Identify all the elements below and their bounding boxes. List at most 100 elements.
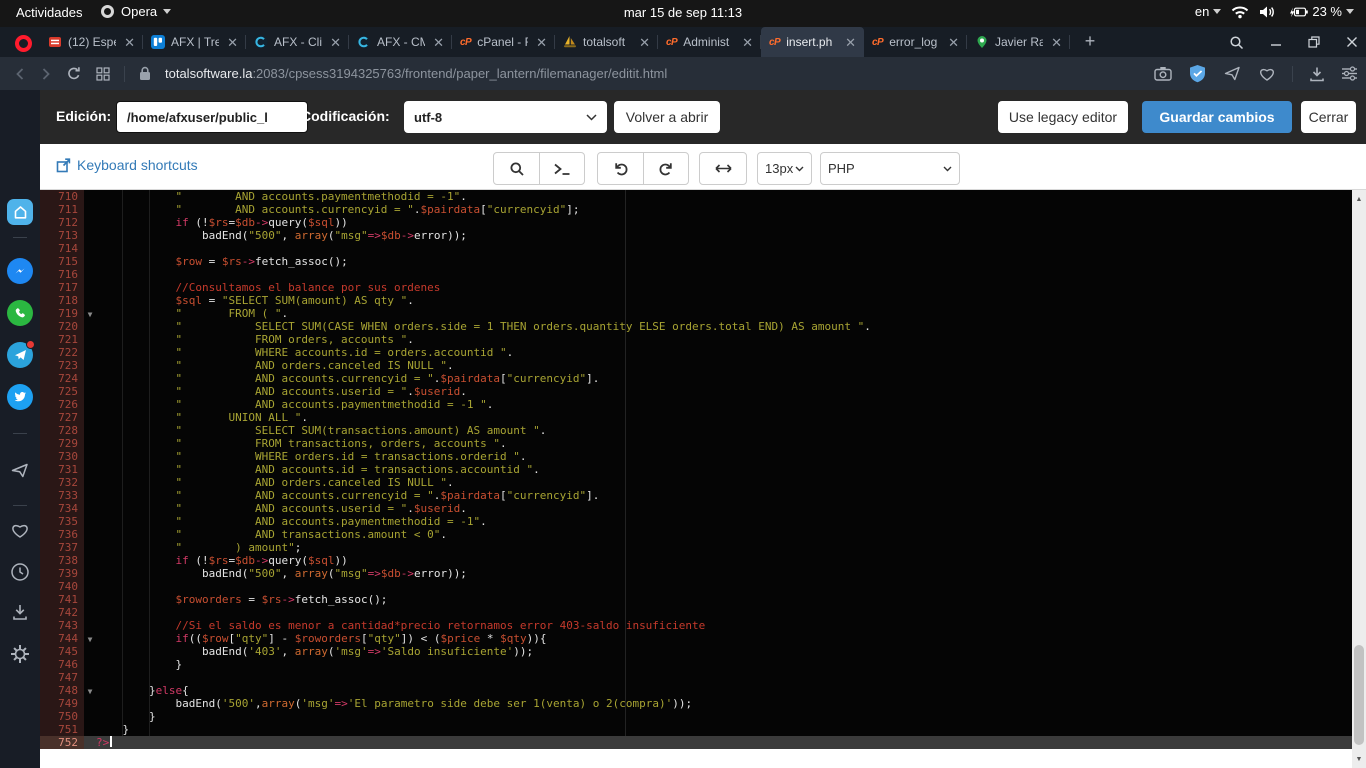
font-size-select[interactable]: 13px [757, 152, 812, 185]
tab-close-icon[interactable]: ✕ [534, 35, 549, 50]
tab-search-icon[interactable] [1229, 35, 1244, 50]
keyboard-shortcuts-link[interactable]: Keyboard shortcuts [56, 157, 198, 173]
code-line-728[interactable]: 728 " SELECT SUM(transactions.amount) AS… [40, 424, 1352, 437]
sidebar-item-whatsapp[interactable] [0, 295, 40, 331]
code-line-717[interactable]: 717 //Consultamos el balance por sus ord… [40, 281, 1352, 294]
code-line-725[interactable]: 725 " AND accounts.userid = ".$userid. [40, 385, 1352, 398]
code-line-724[interactable]: 724 " AND accounts.currencyid = ".$paird… [40, 372, 1352, 385]
line-number[interactable]: 718 [40, 294, 84, 307]
sidebar-item-messenger[interactable] [0, 253, 40, 289]
line-number[interactable]: 730 [40, 450, 84, 463]
file-path-input[interactable]: /home/afxuser/public_l [116, 101, 308, 133]
opera-menu-button[interactable] [12, 32, 34, 54]
forward-button[interactable] [40, 67, 52, 81]
browser-tab-1[interactable]: (12) Espe✕ [40, 27, 143, 57]
line-number[interactable]: 749 [40, 697, 84, 710]
download-icon[interactable] [1309, 66, 1325, 82]
sidebar-item-telegram[interactable] [0, 337, 40, 373]
keyboard-layout-indicator[interactable]: en [1195, 4, 1221, 19]
line-number[interactable]: 732 [40, 476, 84, 489]
tab-close-icon[interactable]: ✕ [946, 35, 961, 50]
code-line-732[interactable]: 732 " AND orders.canceled IS NULL ". [40, 476, 1352, 489]
code-line-715[interactable]: 715 $row = $rs->fetch_assoc(); [40, 255, 1352, 268]
line-number[interactable]: 710 [40, 190, 84, 203]
code-line-719[interactable]: 719▼ " FROM ( ". [40, 307, 1352, 320]
back-button[interactable] [14, 67, 26, 81]
line-number[interactable]: 723 [40, 359, 84, 372]
sidebar-item-my-flow[interactable] [0, 452, 40, 488]
tab-close-icon[interactable]: ✕ [328, 35, 343, 50]
code-line-735[interactable]: 735 " AND accounts.paymentmethodid = -1"… [40, 515, 1352, 528]
code-line-730[interactable]: 730 " WHERE orders.id = transactions.ord… [40, 450, 1352, 463]
line-number[interactable]: 742 [40, 606, 84, 619]
browser-tab-4[interactable]: AFX - CM✕ [349, 27, 452, 57]
browser-tab-2[interactable]: AFX | Tre✕ [143, 27, 246, 57]
code-line-716[interactable]: 716 [40, 268, 1352, 281]
line-number[interactable]: 741 [40, 593, 84, 606]
line-number[interactable]: 751 [40, 723, 84, 736]
tab-close-icon[interactable]: ✕ [637, 35, 652, 50]
line-number[interactable]: 716 [40, 268, 84, 281]
browser-tab-5[interactable]: cPcPanel - F✕ [452, 27, 555, 57]
code-line-738[interactable]: 738 if (!$rs=$db->query($sql)) [40, 554, 1352, 567]
line-number[interactable]: 714 [40, 242, 84, 255]
sidebar-item-twitter[interactable] [0, 379, 40, 415]
line-number[interactable]: 727 [40, 411, 84, 424]
code-line-710[interactable]: 710 " AND accounts.paymentmethodid = -1"… [40, 190, 1352, 203]
editor-terminal-button[interactable] [539, 153, 584, 184]
line-number[interactable]: 711 [40, 203, 84, 216]
line-number[interactable]: 736 [40, 528, 84, 541]
code-line-737[interactable]: 737 " ) amount"; [40, 541, 1352, 554]
code-line-751[interactable]: 751 } [40, 723, 1352, 736]
editor-scrollbar[interactable]: ▲ ▼ [1352, 190, 1366, 768]
code-line-746[interactable]: 746 } [40, 658, 1352, 671]
window-close-button[interactable] [1346, 36, 1358, 48]
scrollbar-thumb[interactable] [1354, 645, 1364, 745]
url-text[interactable]: totalsoftware.la:2083/cpsess3194325763/f… [165, 66, 667, 81]
code-line-744[interactable]: 744▼ if(($row["qty"] - $roworders["qty"]… [40, 632, 1352, 645]
line-number[interactable]: 720 [40, 320, 84, 333]
code-line-722[interactable]: 722 " WHERE accounts.id = orders.account… [40, 346, 1352, 359]
sidebar-item-settings[interactable] [0, 636, 40, 672]
line-number[interactable]: 726 [40, 398, 84, 411]
code-line-712[interactable]: 712 if (!$rs=$db->query($sql)) [40, 216, 1352, 229]
line-number[interactable]: 743 [40, 619, 84, 632]
line-number[interactable]: 715 [40, 255, 84, 268]
tab-close-icon[interactable]: ✕ [843, 35, 858, 50]
line-number[interactable]: 734 [40, 502, 84, 515]
battery-indicator[interactable]: 23 % [1286, 4, 1354, 19]
word-wrap-button[interactable] [700, 153, 746, 184]
line-number[interactable]: 735 [40, 515, 84, 528]
code-line-733[interactable]: 733 " AND accounts.currencyid = ".$paird… [40, 489, 1352, 502]
code-line-742[interactable]: 742 [40, 606, 1352, 619]
editor-search-button[interactable] [494, 153, 539, 184]
line-number[interactable]: 740 [40, 580, 84, 593]
code-line-714[interactable]: 714 [40, 242, 1352, 255]
code-line-740[interactable]: 740 [40, 580, 1352, 593]
tab-close-icon[interactable]: ✕ [225, 35, 240, 50]
code-line-743[interactable]: 743 //Si el saldo es menor a cantidad*pr… [40, 619, 1352, 632]
line-number[interactable]: 712 [40, 216, 84, 229]
sidebar-item-history[interactable] [0, 554, 40, 590]
code-line-741[interactable]: 741 $roworders = $rs->fetch_assoc(); [40, 593, 1352, 606]
code-line-734[interactable]: 734 " AND accounts.userid = ".$userid. [40, 502, 1352, 515]
code-line-747[interactable]: 747 [40, 671, 1352, 684]
line-number[interactable]: 750 [40, 710, 84, 723]
my-flow-send-icon[interactable] [1223, 65, 1242, 82]
reload-button[interactable] [66, 66, 82, 82]
scroll-up-arrow-icon[interactable]: ▲ [1352, 192, 1366, 206]
browser-tab-3[interactable]: AFX - Clie✕ [246, 27, 349, 57]
browser-tab-8[interactable]: cPinsert.ph✕ [761, 27, 864, 57]
browser-tab-6[interactable]: totalsoft✕ [555, 27, 658, 57]
code-line-723[interactable]: 723 " AND orders.canceled IS NULL ". [40, 359, 1352, 372]
reopen-button[interactable]: Volver a abrir [614, 101, 720, 133]
code-line-729[interactable]: 729 " FROM transactions, orders, account… [40, 437, 1352, 450]
lock-icon[interactable] [139, 66, 151, 81]
code-line-750[interactable]: 750 } [40, 710, 1352, 723]
new-tab-button[interactable]: + [1078, 30, 1102, 54]
code-line-752[interactable]: 752?> [40, 736, 1352, 749]
code-line-739[interactable]: 739 badEnd("500", array("msg"=>$db->erro… [40, 567, 1352, 580]
save-button[interactable]: Guardar cambios [1142, 101, 1292, 133]
line-number[interactable]: 747 [40, 671, 84, 684]
code-line-745[interactable]: 745 badEnd('403', array('msg'=>'Saldo in… [40, 645, 1352, 658]
